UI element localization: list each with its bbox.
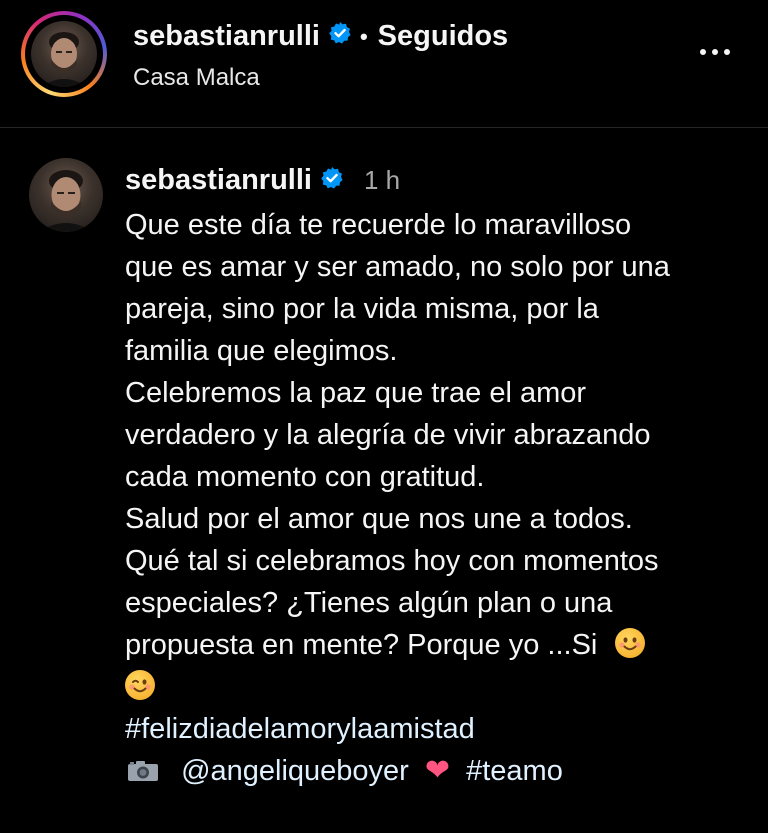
hashtag-link[interactable]: #teamo [466, 755, 563, 787]
comment-timestamp[interactable]: 1 h [364, 165, 400, 196]
smiling-face-icon [615, 628, 646, 658]
caption-line: propuesta en mente? Porque yo ...Si [125, 629, 598, 661]
tag-line: @angeliqueboyer ❤ #teamo [125, 750, 755, 796]
winking-face-icon [125, 670, 155, 700]
caption-line: Celebremos la paz que trae el amor [125, 377, 587, 409]
caption-line: pareja, sino por la vida misma, por la [125, 293, 599, 325]
caption-line: especiales? ¿Tienes algún plan o una [125, 587, 613, 619]
header-username[interactable]: sebastianrulli [133, 20, 320, 53]
caption-line: Que este día te recuerde lo maravilloso [125, 209, 632, 241]
verified-badge-icon [320, 166, 344, 195]
caption-line: que es amar y ser amado, no solo por una [125, 251, 670, 283]
caption-line: familia que elegimos. [125, 335, 398, 367]
mention-link[interactable]: @angeliqueboyer [181, 755, 409, 787]
caption-line-emoji [125, 666, 755, 708]
separator-dot: • [359, 23, 368, 49]
caption-line: cada momento con gratitud. [125, 461, 485, 493]
comment-username[interactable]: sebastianrulli [125, 164, 312, 197]
caption-line: Qué tal si celebramos hoy con momentos [125, 545, 659, 577]
camera-icon [125, 754, 161, 796]
verified-badge-icon [328, 20, 352, 53]
following-button[interactable]: Seguidos [378, 20, 509, 53]
more-options-icon[interactable] [690, 32, 740, 72]
caption-line: Salud por el amor que nos une a todos. [125, 503, 633, 535]
comment-header: sebastianrulli 1 h [125, 164, 400, 197]
header-user-row: sebastianrulli • Seguidos [133, 20, 508, 53]
hashtag-link[interactable]: #felizdiadelamorylaamistad [125, 708, 755, 750]
location-link[interactable]: Casa Malca [133, 64, 260, 92]
caption-line-with-emoji: propuesta en mente? Porque yo ...Si [125, 624, 755, 666]
post-caption: Que este día te recuerde lo maravilloso … [125, 204, 755, 796]
heart-icon: ❤ [424, 754, 451, 787]
avatar[interactable] [31, 21, 97, 87]
comment-avatar[interactable] [29, 158, 103, 232]
caption-line: verdadero y la alegría de vivir abrazand… [125, 419, 651, 451]
post-header: sebastianrulli • Seguidos Casa Malca [0, 0, 768, 128]
story-ring[interactable] [21, 11, 107, 97]
